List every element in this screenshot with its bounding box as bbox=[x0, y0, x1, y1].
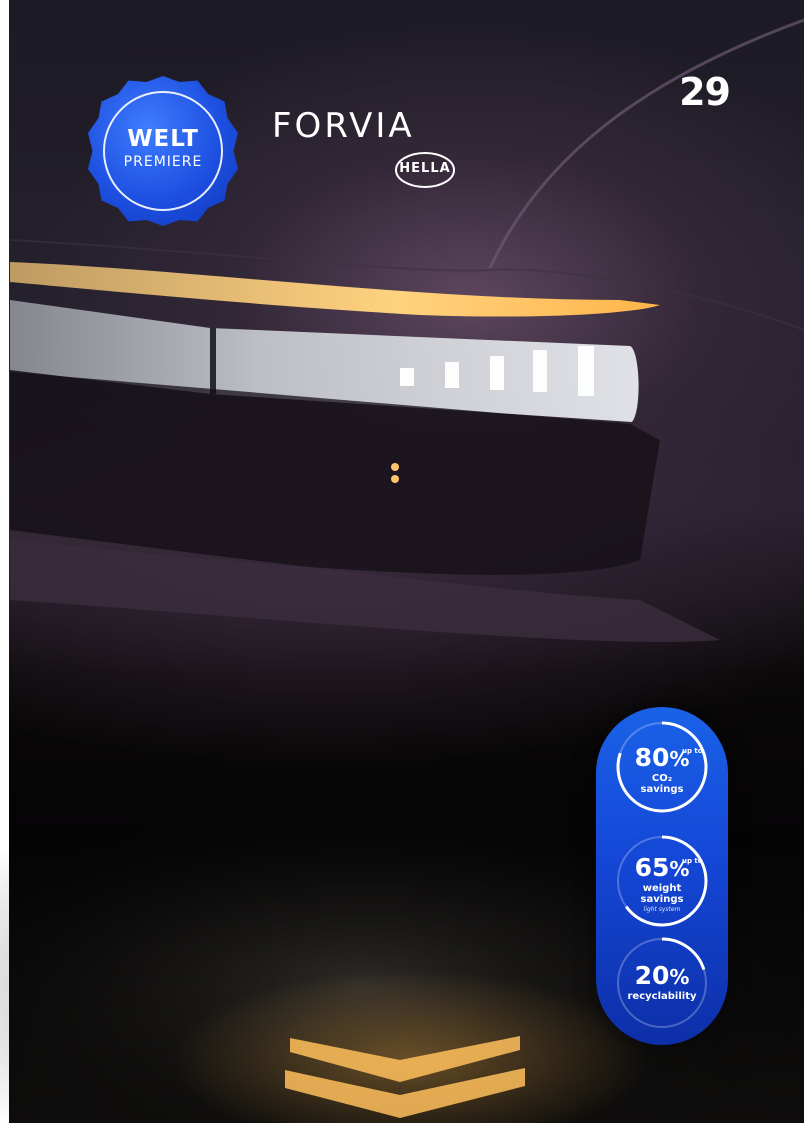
brochure-page: 29 WELT PREMIERE FORVIA HELLA 80% up to … bbox=[0, 0, 804, 1123]
drl-light-strip bbox=[10, 262, 660, 317]
stat-value: 80% bbox=[634, 743, 690, 772]
stat-recyclability: 20% recyclability bbox=[596, 933, 728, 1053]
stat-prefix: up to bbox=[682, 747, 703, 755]
stat-label-main: recyclability bbox=[627, 991, 697, 1002]
seal-line2: PREMIERE bbox=[123, 154, 203, 170]
stat-label-main: weight bbox=[642, 883, 682, 894]
stat-co2: 80% up to CO₂ savings bbox=[596, 717, 728, 837]
stat-label-secondary: savings bbox=[640, 784, 684, 795]
stat-label-main: CO₂ bbox=[651, 773, 673, 784]
stat-label-secondary: savings bbox=[640, 894, 684, 905]
stats-panel: 80% up to CO₂ savings 65% up to weight s… bbox=[596, 707, 728, 1045]
forvia-logo: FORVIA bbox=[272, 106, 415, 146]
stat-value: 65% bbox=[634, 853, 690, 882]
stat-value: 20% bbox=[634, 961, 690, 990]
stat-prefix: up to bbox=[682, 857, 703, 865]
seal-line1: WELT bbox=[127, 126, 199, 152]
hella-logo: HELLA bbox=[394, 150, 456, 190]
welt-premiere-seal: WELT PREMIERE bbox=[88, 76, 238, 226]
hella-logo-text: HELLA bbox=[399, 161, 451, 176]
page-number: 29 bbox=[679, 70, 731, 114]
stat-note: light system bbox=[643, 906, 681, 913]
